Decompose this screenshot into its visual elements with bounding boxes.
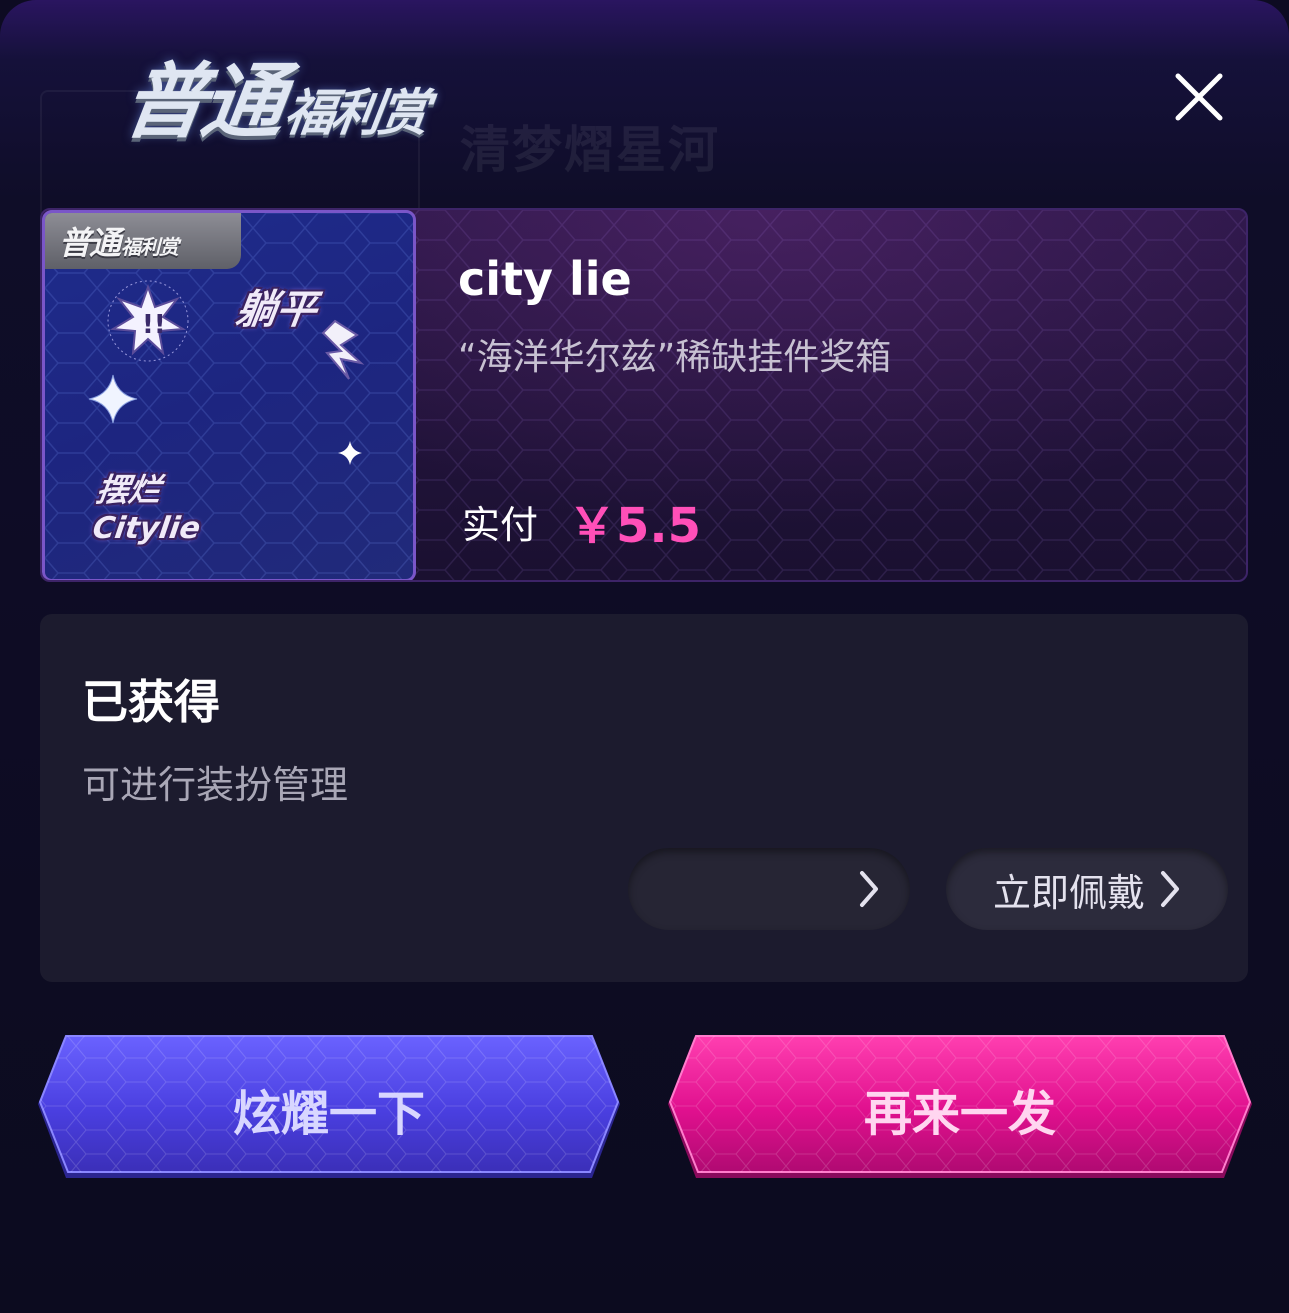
sparkle-large-icon [88,374,138,424]
wear-now-button[interactable]: 立即佩戴 [946,848,1228,930]
paid-price: ￥5.5 [568,498,702,554]
exclaim-mark: !! [142,310,166,340]
chevron-right-icon [1159,869,1181,909]
sticker-text-top: 躺平 [233,287,320,333]
manage-button[interactable] [628,848,910,930]
show-off-label: 炫耀一下 [232,1086,425,1142]
obtained-subtitle: 可进行装扮管理 [82,763,349,807]
draw-again-button[interactable]: 再来一发 [666,1034,1254,1184]
obtained-panel: 已获得 可进行装扮管理 立即佩戴 [40,614,1248,982]
draw-again-label: 再来一发 [863,1086,1056,1142]
background-ghost-text: 清梦熠星河 [460,121,720,179]
sheet-title-main: 普通 [117,55,288,150]
sticker-text-bottom-2: Citylie [90,511,203,546]
reward-sheet: 清梦熠星河 普通 福利赏 普通 福利赏 !! 躺平 摆烂 Citylie cit… [0,0,1289,1313]
obtained-title: 已获得 [82,675,220,729]
wear-now-label: 立即佩戴 [992,870,1145,915]
chevron-right-icon [858,869,880,909]
close-icon [1175,73,1223,121]
show-off-button[interactable]: 炫耀一下 [36,1034,622,1184]
sheet-title: 普通 福利赏 [117,48,435,150]
sticker-text-bottom-1: 摆烂 [94,471,164,509]
sparkle-small-icon [338,441,362,465]
lightning-icon [321,319,365,380]
paid-label: 实付 [462,503,539,547]
prize-card: 普通 福利赏 !! 躺平 摆烂 Citylie city lie “海洋华尔兹”… [40,208,1248,582]
sheet-title-sub: 福利赏 [280,84,430,142]
close-button[interactable] [1170,68,1228,126]
prize-name: city lie [458,252,632,306]
prize-thumbnail: 普通 福利赏 !! 躺平 摆烂 Citylie [42,210,416,580]
prize-description: “海洋华尔兹”稀缺挂件奖箱 [458,337,892,378]
